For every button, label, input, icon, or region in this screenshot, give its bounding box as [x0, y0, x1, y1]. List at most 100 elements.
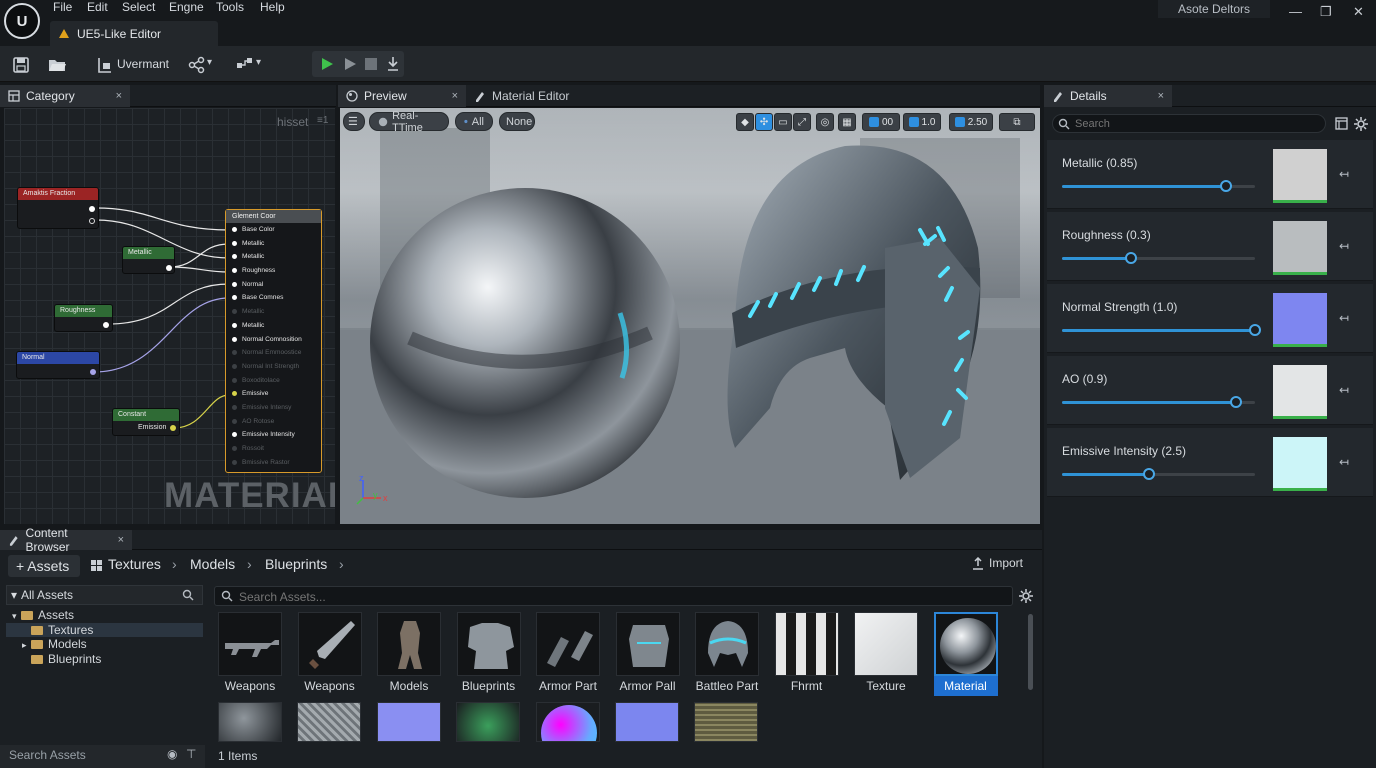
material-input-pin[interactable]: Metallic — [226, 237, 321, 251]
tree-item[interactable]: ▸ Models — [6, 637, 203, 652]
profile-name[interactable]: Asote Deltors — [1158, 0, 1270, 18]
asset-scrollbar[interactable] — [1028, 614, 1033, 690]
engine-logo-icon[interactable]: U — [4, 3, 40, 39]
detail-param-slider[interactable] — [1062, 396, 1255, 408]
material-input-pin[interactable]: AO Rotose — [226, 415, 321, 429]
filter-icon[interactable]: ⊤ — [186, 747, 196, 761]
slider-knob[interactable] — [1249, 324, 1261, 336]
minimize-button[interactable]: — — [1289, 4, 1302, 19]
move-mode-icon[interactable]: ✣ — [755, 113, 773, 131]
texture-thumbnail[interactable] — [1273, 221, 1327, 275]
open-folder-icon[interactable] — [48, 56, 66, 74]
asset-tile-gradient-sphere[interactable] — [536, 702, 600, 742]
tab-category[interactable]: Category × — [0, 84, 130, 107]
material-node-graph[interactable]: hisset ≡1 Amaktis Fraction Metallic Roug… — [4, 108, 335, 524]
simulate-icon[interactable] — [342, 56, 358, 72]
tree-search-bar[interactable]: Search Assets ◉ ⊤ — [0, 745, 205, 768]
chevron-down-icon[interactable]: ▾ — [207, 57, 212, 68]
node-output-pin[interactable] — [103, 322, 109, 328]
texture-thumbnail[interactable] — [1273, 149, 1327, 203]
material-input-pin[interactable]: Emissive Intensy — [226, 401, 321, 415]
asset-tile-emissive-material[interactable] — [456, 702, 520, 742]
asset-tile[interactable]: Armor Pall — [615, 612, 680, 696]
menu-file[interactable]: File — [53, 0, 72, 16]
material-input-pin[interactable]: Roughness — [226, 264, 321, 278]
node-output-pin[interactable] — [166, 265, 172, 271]
node-metallic[interactable]: Metallic — [122, 246, 175, 274]
breadcrumb-blueprints[interactable]: Blueprints — [265, 556, 327, 572]
detail-param-slider[interactable] — [1062, 180, 1255, 192]
menu-engine[interactable]: Engne — [169, 0, 204, 16]
show-all-button[interactable]: All — [455, 112, 493, 131]
asset-tile[interactable]: Fhrmt — [774, 612, 839, 696]
material-input-pin[interactable]: Emissive — [226, 387, 321, 401]
blueprint-graph-icon[interactable] — [236, 56, 254, 74]
reset-arrow-icon[interactable]: ↤ — [1339, 239, 1349, 253]
camera-speed-toggle[interactable]: 2.50 — [949, 113, 993, 131]
all-assets-header[interactable]: ▾ All Assets — [6, 585, 203, 605]
maximize-button[interactable]: ❐ — [1320, 4, 1332, 20]
menu-edit[interactable]: Edit — [87, 0, 108, 16]
asset-tile-normal-map[interactable] — [377, 702, 441, 742]
material-input-pin[interactable]: Bmissive Rastor — [226, 456, 321, 470]
asset-search-input[interactable] — [239, 589, 999, 604]
viewport-menu-button[interactable]: ☰ — [343, 112, 365, 131]
world-space-icon[interactable]: ◎ — [816, 113, 834, 131]
slider-knob[interactable] — [1125, 252, 1138, 264]
mode-label[interactable]: Uvermant — [117, 57, 169, 71]
material-input-pin[interactable]: Base Comnes — [226, 291, 321, 305]
close-tab-button[interactable]: × — [452, 90, 458, 102]
material-input-pin[interactable]: Metallic — [226, 250, 321, 264]
search-icon[interactable] — [182, 589, 194, 601]
reset-arrow-icon[interactable]: ↤ — [1339, 455, 1349, 469]
menu-tools[interactable]: Tools — [216, 0, 244, 16]
share-nodes-icon[interactable] — [188, 56, 206, 74]
slider-knob[interactable] — [1220, 180, 1233, 192]
tree-expand-icon[interactable]: ▸ — [22, 638, 31, 652]
reset-arrow-icon[interactable]: ↤ — [1339, 311, 1349, 325]
save-icon[interactable] — [12, 56, 30, 74]
material-input-pin[interactable]: Normal Int Strength — [226, 360, 321, 374]
material-input-pin[interactable]: Metallic — [226, 305, 321, 319]
close-tab-button[interactable]: × — [118, 534, 124, 546]
asset-tile[interactable]: Weapons — [297, 612, 362, 696]
asset-tile[interactable]: Models — [377, 612, 441, 696]
close-window-button[interactable]: ✕ — [1353, 4, 1364, 20]
asset-tile[interactable]: Weapons — [218, 612, 282, 696]
texture-thumbnail[interactable] — [1273, 365, 1327, 419]
node-output-pin[interactable] — [170, 425, 176, 431]
detail-param-slider[interactable] — [1062, 324, 1261, 336]
tab-material-editor[interactable]: Material Editor — [466, 85, 577, 107]
material-input-pin[interactable]: Rossoit — [226, 442, 321, 456]
tab-preview[interactable]: Preview × — [338, 84, 466, 107]
details-search-input[interactable] — [1075, 116, 1315, 131]
reset-arrow-icon[interactable]: ↤ — [1339, 167, 1349, 181]
surface-snap-icon[interactable]: ▦ — [838, 113, 856, 131]
material-input-pin[interactable]: Normal — [226, 278, 321, 292]
asset-tile[interactable]: Battleo Part — [695, 612, 759, 696]
asset-tile-texture-wood[interactable] — [694, 702, 758, 742]
node-output-pin[interactable] — [89, 206, 95, 212]
slider-knob[interactable] — [1142, 468, 1155, 480]
reset-arrow-icon[interactable]: ↤ — [1339, 383, 1349, 397]
eject-icon[interactable] — [386, 56, 400, 72]
slider-knob[interactable] — [1229, 396, 1242, 408]
node-output-pin[interactable] — [89, 218, 95, 224]
property-matrix-icon[interactable] — [1335, 117, 1348, 130]
asset-tile-normal-map-2[interactable] — [615, 702, 679, 742]
breadcrumb-textures[interactable]: Textures — [108, 556, 161, 572]
material-preview-viewport[interactable]: z y x ☰ Real-TTime All None ◆ ✣ ▭ ⤢ ◎ ▦ … — [340, 108, 1040, 524]
texture-thumbnail[interactable] — [1273, 437, 1327, 491]
node-amaktis-fraction[interactable]: Amaktis Fraction — [17, 187, 99, 229]
gear-icon[interactable] — [1354, 117, 1368, 131]
material-input-pin[interactable]: Normal Comnosition — [226, 333, 321, 347]
asset-tile[interactable]: Blueprints — [456, 612, 521, 696]
gear-icon[interactable] — [1019, 589, 1033, 603]
play-icon[interactable] — [319, 56, 335, 72]
texture-thumbnail[interactable] — [1273, 293, 1327, 347]
detail-param-slider[interactable] — [1062, 468, 1255, 480]
material-input-pin[interactable]: Base Color — [226, 223, 321, 237]
tab-content-browser[interactable]: Content Browser × — [0, 526, 132, 554]
eye-icon[interactable]: ◉ — [167, 747, 177, 761]
tree-item[interactable]: ▾ Assets — [6, 608, 203, 623]
